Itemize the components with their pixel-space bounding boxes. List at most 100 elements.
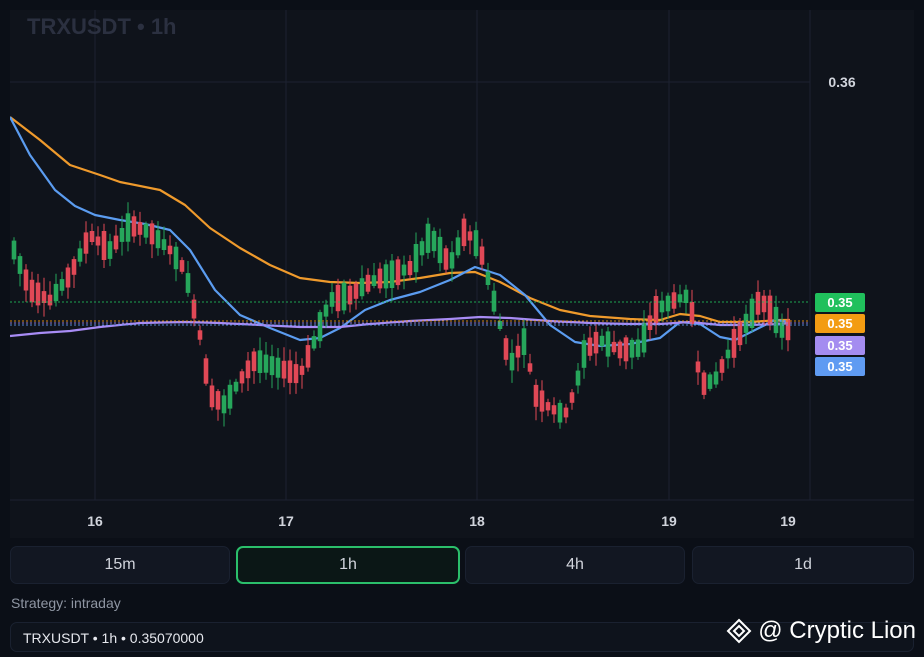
candle-up	[509, 352, 515, 371]
candle-up	[707, 374, 713, 389]
candle-down	[353, 283, 359, 299]
candle-up	[749, 298, 755, 328]
candle-down	[209, 385, 215, 408]
x-tick-label: 19	[661, 513, 677, 529]
candle-down	[149, 223, 155, 245]
candle-up	[269, 356, 275, 376]
candle-down	[539, 390, 545, 412]
candle-down	[407, 261, 413, 276]
candle-down	[299, 365, 305, 375]
candle-up	[125, 213, 131, 242]
candle-up	[419, 241, 425, 256]
candle-up	[635, 339, 641, 357]
candle-up	[53, 283, 59, 302]
candle-up	[713, 371, 719, 385]
candle-up	[263, 354, 269, 373]
grid-lines	[10, 10, 810, 500]
candle-down	[731, 328, 737, 358]
price-label-text: 0.35	[827, 295, 852, 310]
candle-down	[335, 284, 341, 312]
candle-down	[29, 279, 35, 303]
candle-down	[71, 259, 77, 275]
candle-down	[101, 231, 107, 260]
candle-down	[551, 405, 557, 415]
candle-up	[599, 335, 605, 347]
tab-15m[interactable]: 15m	[10, 546, 230, 584]
candle-up	[173, 246, 179, 270]
x-tick-label: 17	[278, 513, 294, 529]
candle-up	[683, 289, 689, 303]
candle-up	[227, 384, 233, 409]
candle-down	[545, 402, 551, 411]
candle-up	[575, 370, 581, 386]
candle-down	[623, 337, 629, 362]
brand-watermark: @ Cryptic Lion	[726, 617, 916, 645]
candle-up	[341, 282, 347, 311]
candle-up	[773, 306, 779, 334]
candle-up	[557, 402, 563, 423]
candle-down	[461, 218, 467, 247]
candle-down	[365, 274, 371, 292]
candle-down	[593, 331, 599, 354]
candle-down	[515, 345, 521, 358]
candle-up	[389, 260, 395, 288]
candle-down	[305, 345, 311, 368]
tab-1d[interactable]: 1d	[692, 546, 914, 584]
candle-down	[23, 269, 29, 291]
candle-up	[455, 237, 461, 256]
candle-up	[233, 381, 239, 392]
price-label: 0.35	[815, 357, 865, 376]
candle-up	[629, 339, 635, 358]
candle-up	[311, 336, 317, 349]
price-label: 0.35	[815, 293, 865, 312]
candle-up	[521, 328, 527, 355]
symbol-watermark: TRXUSDT • 1h	[27, 14, 177, 39]
candle-down	[281, 360, 287, 379]
candle-up	[77, 248, 83, 262]
chart-panel[interactable]: 16 17 18 19 19 0.36 0.35 0.35 0.35 0.35 TRXUSDT …	[10, 10, 914, 538]
candle-up	[329, 292, 335, 307]
candle-up	[59, 279, 65, 291]
candle-up	[221, 395, 227, 414]
candle-up	[119, 228, 125, 242]
candle-up	[581, 340, 587, 368]
candle-down	[239, 371, 245, 384]
candle-up	[107, 241, 113, 259]
candle-down	[89, 231, 95, 242]
tab-1h[interactable]: 1h	[236, 546, 460, 584]
candle-up	[359, 278, 365, 297]
tab-4h[interactable]: 4h	[465, 546, 685, 584]
candle-up	[473, 230, 479, 257]
candle-up	[491, 290, 497, 312]
candle-down	[137, 222, 143, 235]
candle-up	[437, 236, 443, 264]
candle-down	[287, 360, 293, 383]
candle-up	[485, 271, 491, 285]
price-label: 0.35	[815, 314, 865, 333]
candle-down	[467, 231, 473, 241]
candle-down	[395, 259, 401, 286]
candle-down	[719, 359, 725, 373]
candle-down	[479, 246, 485, 265]
candle-up	[11, 240, 17, 260]
axes: 16 17 18 19 19 0.36	[10, 10, 914, 529]
candle-up	[161, 239, 167, 250]
candle-down	[203, 358, 209, 384]
candle-up	[155, 230, 161, 249]
binance-logo-icon	[726, 618, 752, 644]
price-label-text: 0.35	[827, 316, 852, 331]
candle-up	[725, 349, 731, 359]
candle-up	[143, 223, 149, 238]
candle-down	[179, 260, 185, 272]
strategy-label: Strategy: intraday	[11, 595, 121, 611]
candle-up	[257, 350, 263, 373]
candle-down	[215, 391, 221, 410]
candle-down	[653, 296, 659, 324]
candle-down	[443, 248, 449, 270]
candle-up	[323, 304, 329, 317]
price-chart[interactable]: 16 17 18 19 19 0.36 0.35 0.35 0.35 0.35	[10, 10, 914, 538]
candle-down	[761, 295, 767, 313]
candle-up	[17, 256, 23, 274]
candle-up	[449, 252, 455, 269]
candle-down	[131, 216, 137, 237]
